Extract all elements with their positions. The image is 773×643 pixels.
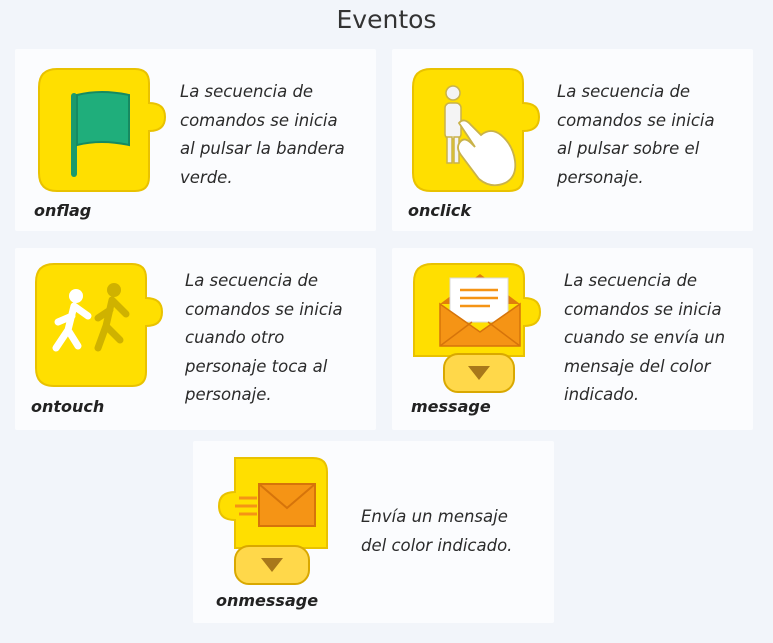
message-block[interactable]: [410, 260, 542, 395]
event-card-onmessage: onmessage Envía un mensaje del color ind…: [193, 441, 554, 623]
onclick-block[interactable]: [409, 65, 541, 195]
block-name: onmessage: [216, 591, 319, 610]
block-name: onflag: [34, 201, 92, 220]
color-dropdown[interactable]: [234, 545, 310, 585]
event-card-ontouch: ontouch La secuencia de comandos se inic…: [15, 248, 376, 430]
block-description: La secuencia de comandos se inicia cuand…: [564, 271, 726, 404]
block-name: onclick: [408, 201, 471, 220]
onflag-block[interactable]: [35, 65, 167, 195]
open-envelope-icon: [439, 274, 521, 347]
onmessage-block[interactable]: [217, 454, 349, 589]
block-description: Envía un mensaje del color indicado.: [361, 507, 513, 555]
event-card-onflag: onflag La secuencia de comandos se inici…: [15, 49, 376, 231]
page-title: Eventos: [336, 5, 437, 34]
block-description: La secuencia de comandos se inicia al pu…: [557, 82, 715, 187]
event-card-onclick: onclick La secuencia de comandos se inic…: [392, 49, 753, 231]
color-dropdown[interactable]: [443, 353, 515, 393]
block-description: La secuencia de comandos se inicia cuand…: [185, 271, 343, 404]
block-name: ontouch: [31, 397, 105, 416]
ontouch-block[interactable]: [32, 260, 164, 390]
block-description: La secuencia de comandos se inicia al pu…: [180, 82, 345, 187]
block-name: message: [411, 397, 491, 416]
event-card-message: message La secuencia de comandos se inic…: [392, 248, 753, 430]
